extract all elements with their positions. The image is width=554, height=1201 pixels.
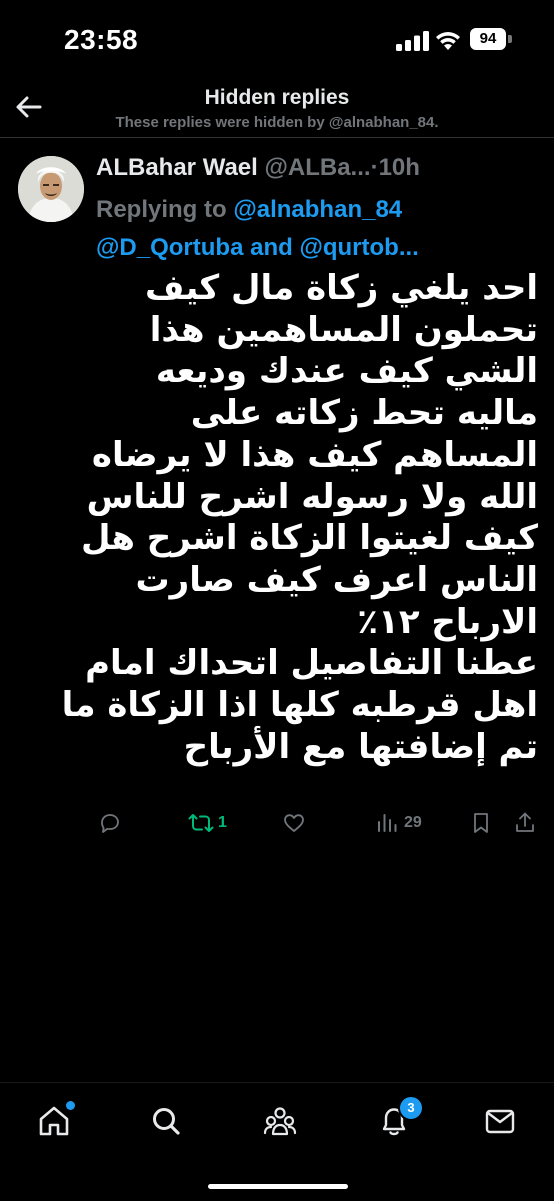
tweet-text-line: اهل قرطبه كلها اذا الزكاة ما — [61, 685, 538, 726]
author-name[interactable]: ALBahar Wael — [96, 154, 258, 181]
wifi-icon — [436, 32, 460, 50]
page-subtitle: These replies were hidden by @alnabhan_8… — [115, 114, 439, 131]
battery-icon: 94 — [470, 28, 514, 52]
tweet-author-line: ALBahar Wael @ALBa...·10h — [96, 154, 546, 182]
reply-icon — [101, 814, 119, 833]
retweet-icon — [188, 814, 214, 832]
communities-icon — [263, 1107, 297, 1136]
bookmark-button[interactable] — [470, 808, 492, 838]
tweet-time[interactable]: 10h — [379, 154, 420, 181]
notifications-badge: 3 — [398, 1095, 424, 1121]
status-time: 23:58 — [64, 24, 139, 55]
tweet-text-line: الشي كيف عندك وديعه — [155, 351, 538, 392]
nav-messages[interactable] — [482, 1103, 518, 1139]
mention-link[interactable]: @D_Qortuba — [96, 234, 243, 261]
tweet-text-line: احد يلغي زكاة مال كيف — [144, 268, 538, 308]
mention-and: and — [250, 234, 293, 261]
nav-notifications[interactable]: 3 — [376, 1095, 424, 1139]
tweet-text-line: كيف لغيتوا الزكاة اشرح هل — [80, 518, 538, 559]
replying-to-line: Replying to @alnabhan_84 — [96, 196, 546, 224]
header-divider — [0, 137, 554, 138]
retweet-button[interactable]: 1 — [188, 808, 227, 838]
search-icon — [153, 1108, 180, 1135]
heart-icon — [284, 814, 304, 832]
tweet-text: احد يلغي زكاة مال كيف تحملون المساهمين ه… — [61, 268, 538, 768]
retweet-count: 1 — [218, 814, 227, 831]
tweet-actions: 1 29 — [94, 808, 540, 838]
mention-link[interactable]: @alnabhan_84 — [233, 196, 402, 223]
separator-dot: · — [370, 154, 379, 181]
nav-search[interactable] — [148, 1103, 184, 1139]
cellular-signal-icon — [396, 31, 429, 51]
nav-communities[interactable] — [262, 1103, 298, 1139]
tweet-text-line: تم إضافتها مع الأرباح — [183, 726, 538, 767]
tweet-text-line: الارباح ١٢٪ — [357, 601, 538, 642]
tweet-text-line: ماليه تحط زكاته على — [190, 393, 538, 434]
battery-level: 94 — [470, 28, 506, 50]
views-count: 29 — [404, 814, 422, 831]
nav-home[interactable] — [36, 1101, 75, 1139]
tweet-text-line: الله ولا رسوله اشرح للناس — [86, 476, 538, 517]
tweet-text-line: المساهم كيف هذا لا يرضاه — [91, 434, 538, 475]
tweet-text-line: الناس اعرف كيف صارت — [135, 559, 538, 600]
tweet-text-line: عطنا التفاصيل اتحداك امام — [85, 643, 538, 684]
share-icon — [516, 812, 534, 832]
avatar[interactable] — [18, 156, 84, 222]
replying-to-line-2: @D_Qortuba and @qurtob... — [96, 234, 546, 262]
like-button[interactable] — [282, 808, 306, 838]
views-icon — [378, 814, 397, 832]
home-unread-dot — [66, 1101, 75, 1110]
reply-button[interactable] — [98, 808, 122, 838]
home-indicator — [208, 1184, 348, 1189]
views-button[interactable]: 29 — [376, 808, 422, 838]
bookmark-icon — [474, 813, 488, 833]
share-button[interactable] — [514, 808, 536, 838]
replying-to-label: Replying to — [96, 196, 227, 223]
messages-icon — [485, 1109, 515, 1134]
author-handle[interactable]: @ALBa... — [264, 154, 370, 181]
mention-link[interactable]: @qurtob... — [299, 234, 418, 261]
tweet-text-line: تحملون المساهمين هذا — [149, 309, 538, 350]
header: Hidden replies These replies were hidden… — [0, 80, 554, 136]
page-title: Hidden replies — [204, 86, 350, 109]
status-bar: 23:58 94 — [0, 0, 554, 80]
